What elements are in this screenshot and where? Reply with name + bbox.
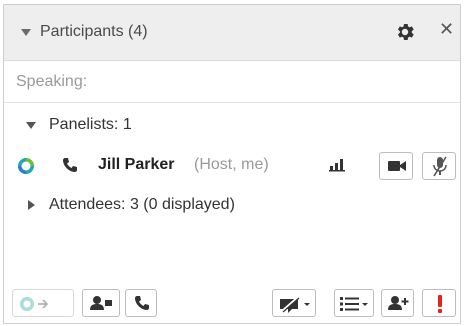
add-contact-icon [90, 296, 112, 310]
panelists-label: Panelists: 1 [49, 116, 132, 133]
attendees-label: Attendees: 3 (0 displayed) [49, 196, 235, 213]
mic-muted-icon [433, 156, 447, 177]
signal-icon [329, 159, 345, 172]
list-menu-button[interactable] [334, 289, 374, 317]
participants-panel: Participants (4) ✕ Speaking: Panelists: … [3, 4, 461, 324]
video-button[interactable] [379, 152, 413, 180]
mute-menu-button[interactable] [272, 289, 316, 317]
invite-user-icon [388, 296, 409, 310]
mute-toggle-button[interactable] [422, 152, 456, 180]
phone-icon [135, 296, 149, 310]
footer-toolbar [4, 285, 460, 321]
add-contact-button[interactable] [82, 289, 120, 317]
participant-role: (Host, me) [194, 156, 269, 173]
participant-row[interactable]: Jill Parker (Host, me) [4, 150, 460, 182]
panelists-group-header[interactable]: Panelists: 1 [4, 111, 460, 141]
expel-button[interactable] [422, 289, 456, 317]
video-camera-icon [388, 161, 406, 171]
panel-title: Participants (4) [40, 23, 148, 40]
attendees-group-header[interactable]: Attendees: 3 (0 displayed) [4, 191, 460, 221]
phone-button[interactable] [125, 289, 157, 317]
expand-arrow-icon[interactable] [28, 200, 35, 210]
panel-header: Participants (4) ✕ [4, 5, 460, 61]
collapse-arrow-icon[interactable] [21, 29, 31, 36]
expand-arrow-icon[interactable] [26, 122, 36, 129]
speaking-label: Speaking: [16, 73, 88, 90]
invite-button[interactable] [381, 289, 414, 317]
phone-icon [63, 158, 77, 172]
participant-name: Jill Parker [98, 156, 175, 173]
assign-button[interactable] [12, 289, 74, 317]
list-icon [340, 297, 368, 311]
gear-icon[interactable] [394, 21, 416, 43]
close-icon[interactable]: ✕ [439, 19, 454, 41]
mute-icon [280, 296, 310, 313]
status-icon [18, 158, 34, 174]
assign-icon [20, 297, 49, 311]
speaking-section: Speaking: [4, 61, 460, 103]
expel-alert-icon [438, 295, 442, 313]
